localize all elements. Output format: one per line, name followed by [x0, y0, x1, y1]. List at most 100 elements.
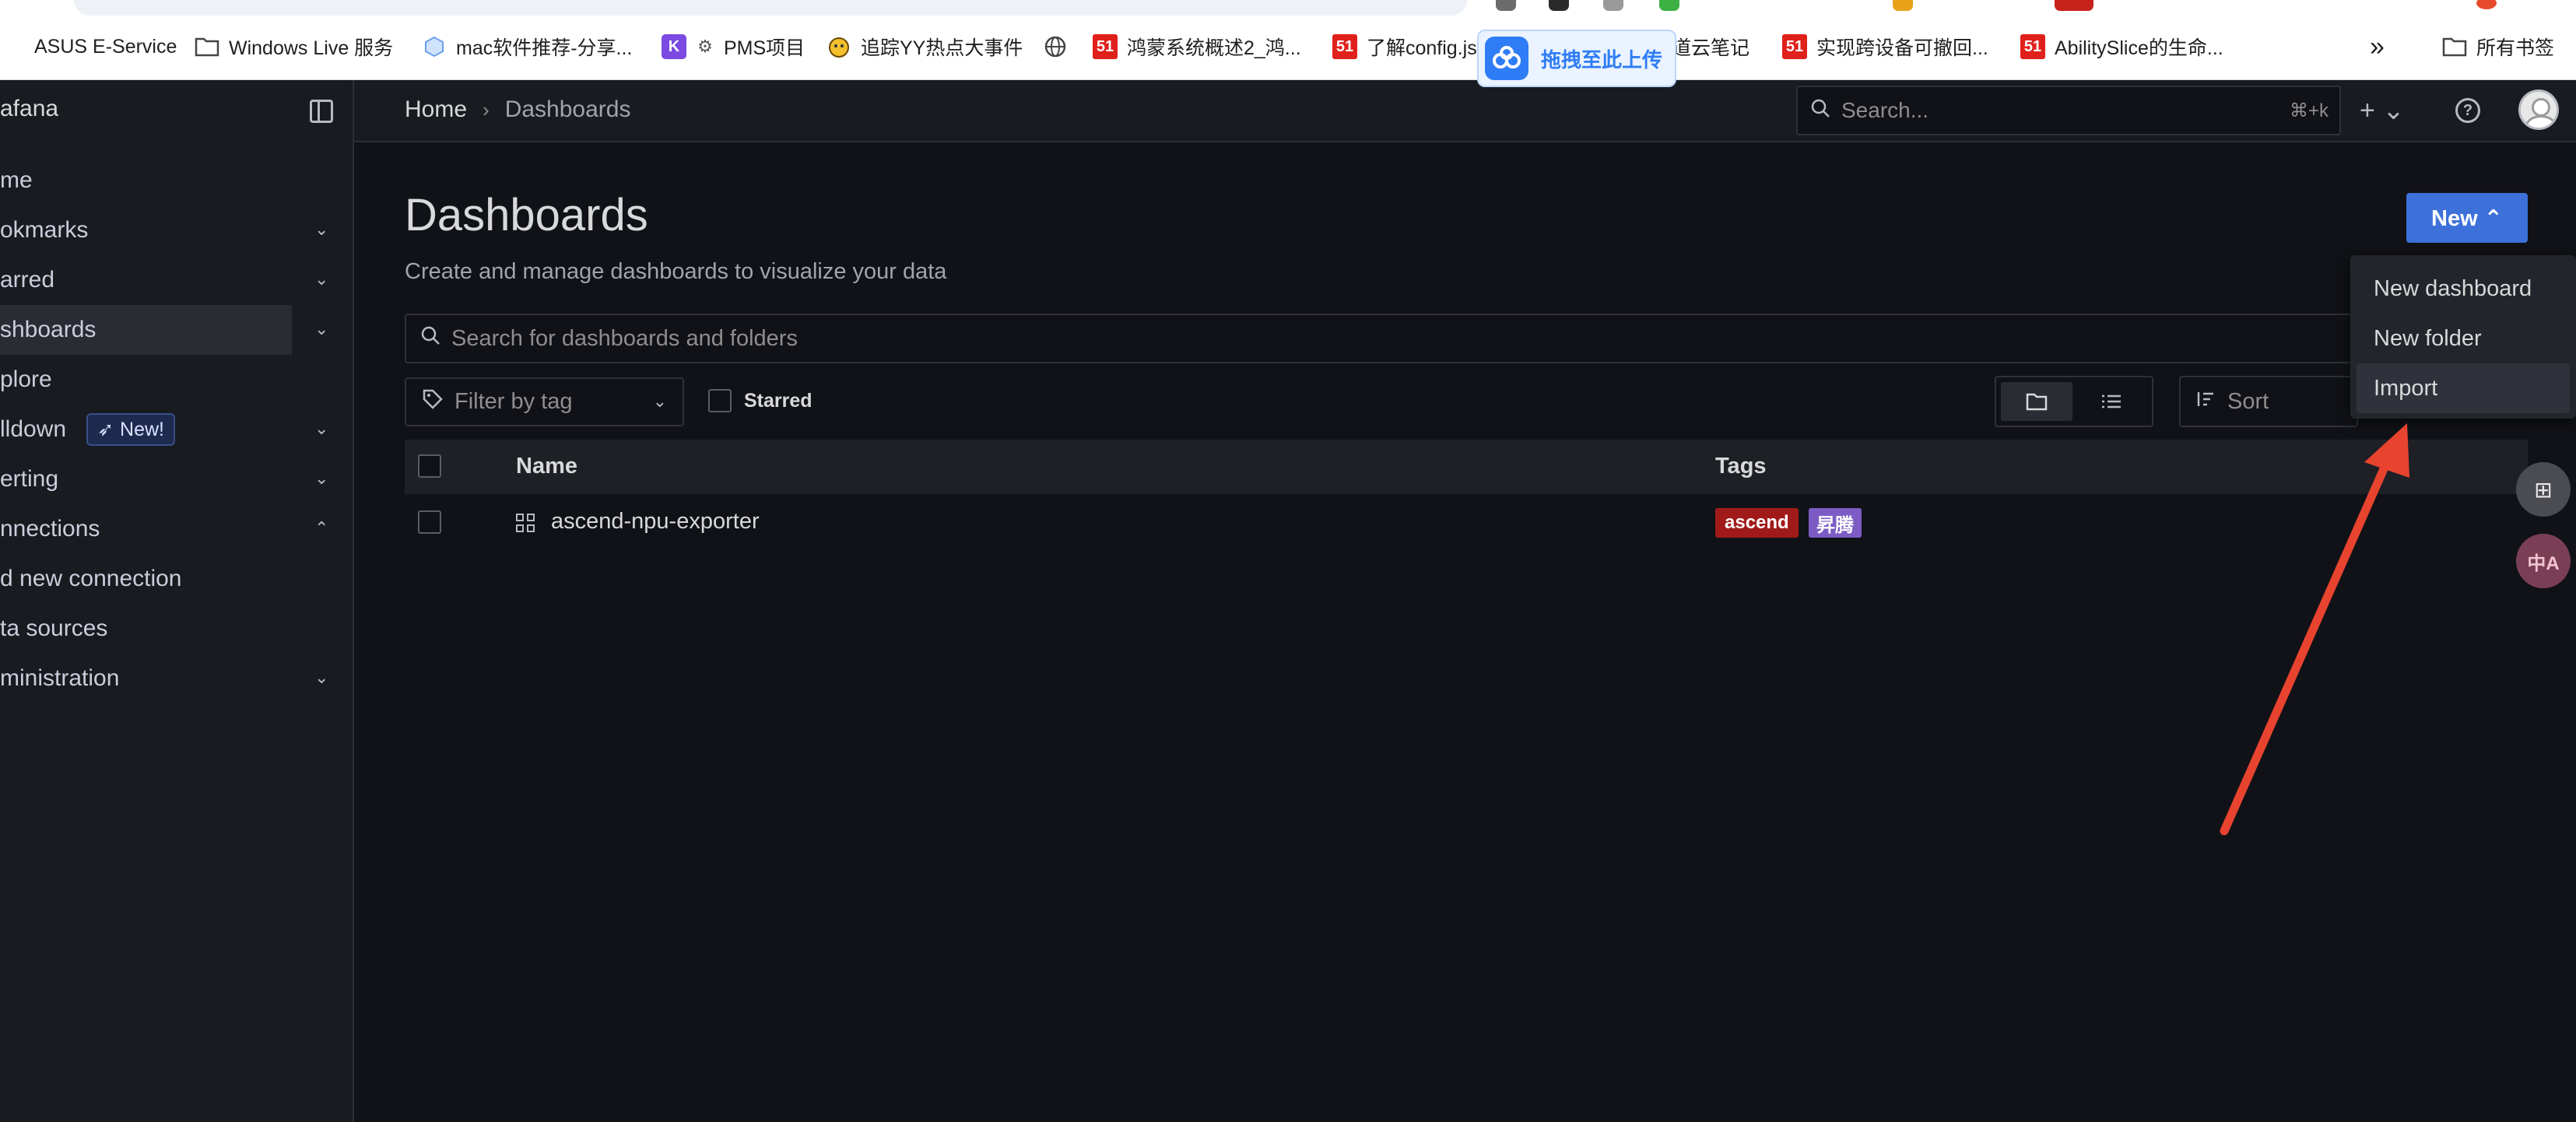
breadcrumb-home[interactable]: Home [405, 96, 467, 123]
extension-icon[interactable] [1893, 0, 1913, 11]
face-icon [826, 34, 851, 59]
chevron-down-icon[interactable]: ⌄ [314, 269, 333, 289]
asus-icon [0, 34, 25, 59]
table-header: Name Tags [405, 440, 2528, 494]
chevron-up-icon[interactable]: ⌃ [314, 518, 333, 538]
sidebar-item-home[interactable]: me [0, 156, 354, 205]
table-row[interactable]: ascend-npu-exporter ascend 昇腾 [405, 496, 2528, 550]
new-button[interactable]: New ⌃ [2406, 193, 2528, 243]
bookmark-hongmeng[interactable]: 51 鸿蒙系统概述2_鸿... [1093, 31, 1301, 62]
sidebar-item-connections[interactable]: nnections ⌃ [0, 504, 354, 554]
bookmark-youdao-note[interactable]: 道云笔记 [1672, 31, 1750, 62]
breadcrumb: Home › Dashboards [405, 96, 630, 123]
bookmark-pms[interactable]: K ⚙ PMS项目 [662, 31, 805, 62]
column-header-tags: Tags [1715, 454, 1767, 479]
extension-icon[interactable] [1549, 0, 1569, 11]
new-dropdown-menu: New dashboard New folder Import [2350, 255, 2576, 419]
extension-new-badge[interactable] [2055, 0, 2093, 11]
chevron-down-icon[interactable]: ⌄ [314, 468, 333, 488]
sidebar-item-bookmarks[interactable]: okmarks ⌄ [0, 205, 354, 255]
cube-icon [422, 34, 447, 59]
browser-bookmarks-bar: ASUS E-Service Windows Live 服务 mac软件推荐-分… [0, 0, 2576, 80]
annotation-arrow-icon [2220, 423, 2409, 836]
column-header-name[interactable]: Name [516, 454, 577, 479]
row-checkbox[interactable] [418, 510, 441, 534]
view-mode-toggle [1995, 376, 2153, 427]
help-icon[interactable]: ? [2455, 98, 2480, 123]
tag-badge[interactable]: 昇腾 [1809, 508, 1862, 538]
cloud-upload-icon [1485, 37, 1528, 80]
chevron-down-icon: ⌄ [652, 391, 667, 411]
more-bookmarks-button[interactable]: » [2370, 31, 2385, 62]
sidebar-item-explore[interactable]: plore [0, 355, 354, 405]
search-shortcut: ⌘+k [2289, 100, 2329, 121]
bookmark-cross-device[interactable]: 51 实现跨设备可撤回... [1782, 31, 1988, 62]
chevron-down-icon[interactable]: ⌄ [314, 219, 333, 239]
dashboard-search-input[interactable]: Search for dashboards and folders [405, 314, 2537, 363]
chevron-down-icon[interactable]: ⌄ [314, 668, 333, 687]
starred-checkbox[interactable] [708, 389, 732, 412]
bookmark-asus[interactable]: ASUS E-Service [0, 31, 177, 62]
tag-badge[interactable]: ascend [1715, 508, 1799, 538]
bookmark-windows-live[interactable]: Windows Live 服务 [195, 31, 393, 62]
chevron-down-icon[interactable]: ⌄ [314, 419, 333, 438]
sidebar-item-data-sources[interactable]: ta sources [0, 604, 354, 654]
globe-icon [1043, 34, 1068, 59]
brand-name[interactable]: afana [0, 96, 58, 122]
k-icon: K [662, 34, 686, 59]
51cto-icon: 51 [1332, 34, 1357, 59]
search-icon [1810, 98, 1830, 124]
nav-sidebar: afana me okmarks ⌄ arred ⌄ shboards ⌄ plore… [0, 80, 354, 1122]
all-bookmarks-folder[interactable]: 所有书签 [2442, 31, 2554, 62]
select-all-checkbox[interactable] [418, 454, 441, 478]
sidebar-item-alerting[interactable]: erting ⌄ [0, 454, 354, 504]
sort-select[interactable]: Sort [2179, 376, 2358, 427]
translate-icon[interactable]: 中A [2516, 534, 2571, 588]
bookmark-mac-software[interactable]: mac软件推荐-分享... [422, 31, 632, 62]
new-badge: ➶ New! [86, 413, 175, 446]
dock-menu-icon[interactable] [310, 100, 333, 123]
list-view-icon[interactable] [2076, 382, 2147, 421]
breadcrumb-separator: › [483, 97, 490, 121]
sidebar-item-add-new-connection[interactable]: d new connection [0, 554, 354, 604]
bookmark-abilityslice[interactable]: 51 AbilitySlice的生命... [2020, 31, 2223, 62]
chevron-down-icon[interactable]: ⌄ [314, 319, 333, 338]
gear-icon: ⚙ [697, 37, 713, 56]
dashboard-grid-icon [516, 514, 535, 532]
bookmark-yy-hot[interactable]: 追踪YY热点大事件 [826, 31, 1023, 62]
profile-icon[interactable] [2476, 0, 2497, 9]
global-search-input[interactable]: Search... ⌘+k [1796, 86, 2341, 135]
tag-filter-select[interactable]: Filter by tag ⌄ [405, 377, 684, 426]
baidu-upload-dropzone[interactable]: 拖拽至此上传 [1477, 30, 1676, 87]
search-icon [420, 325, 440, 352]
sidebar-item-dashboards[interactable]: shboards ⌄ [0, 305, 328, 355]
nav-menu: me okmarks ⌄ arred ⌄ shboards ⌄ plore lldow… [0, 156, 354, 703]
address-bar[interactable] [74, 0, 1467, 16]
bookmark-globe[interactable] [1043, 31, 1068, 62]
extension-icon[interactable] [1603, 0, 1623, 11]
folder-icon [2442, 34, 2467, 59]
add-new-menu-button[interactable]: + ⌄ [2360, 95, 2405, 126]
avatar[interactable] [2518, 89, 2559, 130]
dashboard-name-link[interactable]: ascend-npu-exporter [551, 509, 760, 535]
51cto-icon: 51 [1782, 34, 1807, 59]
sidebar-item-starred[interactable]: arred ⌄ [0, 255, 354, 305]
extension-icon[interactable] [1496, 0, 1516, 11]
rocket-icon: ➶ [97, 419, 114, 440]
starred-filter[interactable]: Starred [708, 389, 812, 412]
menu-item-new-dashboard[interactable]: New dashboard [2350, 264, 2576, 314]
apps-grid-icon[interactable]: ⊞ [2516, 462, 2571, 517]
extension-icon[interactable] [1659, 0, 1679, 11]
menu-item-new-folder[interactable]: New folder [2350, 314, 2576, 363]
sidebar-item-administration[interactable]: ministration ⌄ [0, 654, 354, 703]
folder-icon [195, 34, 219, 59]
page-subtitle: Create and manage dashboards to visualiz… [405, 259, 947, 284]
sidebar-item-drilldown[interactable]: lldown ➶ New! ⌄ [0, 405, 354, 454]
breadcrumb-current: Dashboards [504, 96, 631, 122]
menu-item-import[interactable]: Import [2357, 363, 2570, 413]
tag-icon [422, 388, 444, 416]
bookmark-config-js[interactable]: 51 了解config.js [1332, 31, 1477, 62]
page-title: Dashboards [405, 190, 648, 240]
51cto-icon: 51 [2020, 34, 2045, 59]
folder-view-icon[interactable] [2001, 382, 2072, 421]
